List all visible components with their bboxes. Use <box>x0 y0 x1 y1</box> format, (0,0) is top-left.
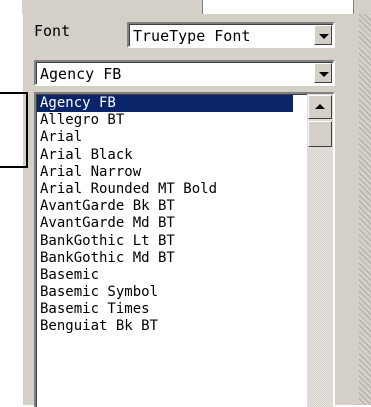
vertical-scrollbar[interactable] <box>307 94 333 407</box>
font-list-item[interactable]: Arial <box>37 129 293 146</box>
font-name-value: Agency FB <box>40 65 122 83</box>
font-list-item[interactable]: Basemic Symbol <box>37 284 293 301</box>
scroll-thumb[interactable] <box>308 121 332 147</box>
font-list-item[interactable]: Arial Rounded MT Bold <box>37 181 293 198</box>
annotation-bracket <box>0 92 28 168</box>
dialog-top-edge <box>22 0 371 15</box>
font-type-value: TrueType Font <box>133 27 251 45</box>
tab-gap <box>202 0 354 14</box>
font-list-item[interactable]: Arial Narrow <box>37 164 293 181</box>
font-list-item[interactable]: Basemic <box>37 267 293 284</box>
font-list-item[interactable]: BankGothic Md BT <box>37 250 293 267</box>
chevron-down-icon[interactable] <box>314 63 332 83</box>
font-list-item[interactable]: AvantGarde Md BT <box>37 215 293 232</box>
font-type-dropdown[interactable]: TrueType Font <box>127 22 335 48</box>
font-name-dropdown[interactable]: Agency FB <box>34 60 335 86</box>
font-list-item[interactable]: AvantGarde Bk BT <box>37 198 293 215</box>
font-label: Font <box>34 22 71 40</box>
font-list-item[interactable]: Arial Black <box>37 147 293 164</box>
scroll-up-arrow-icon[interactable] <box>308 95 332 119</box>
font-list-items: Agency FB Allegro BT Arial Arial Black Arial… <box>37 95 293 336</box>
font-list-item[interactable]: Basemic Times <box>37 301 293 318</box>
panel-edge-pattern <box>359 14 371 405</box>
font-list-item[interactable]: BankGothic Lt BT <box>37 233 293 250</box>
font-list-item[interactable]: Benguiat Bk BT <box>37 318 293 335</box>
chevron-down-icon[interactable] <box>314 25 332 45</box>
font-list-item[interactable]: Allegro BT <box>37 112 293 129</box>
font-list-item[interactable]: Agency FB <box>37 95 293 113</box>
font-list[interactable]: Agency FB Allegro BT Arial Arial Black Arial… <box>34 92 335 407</box>
